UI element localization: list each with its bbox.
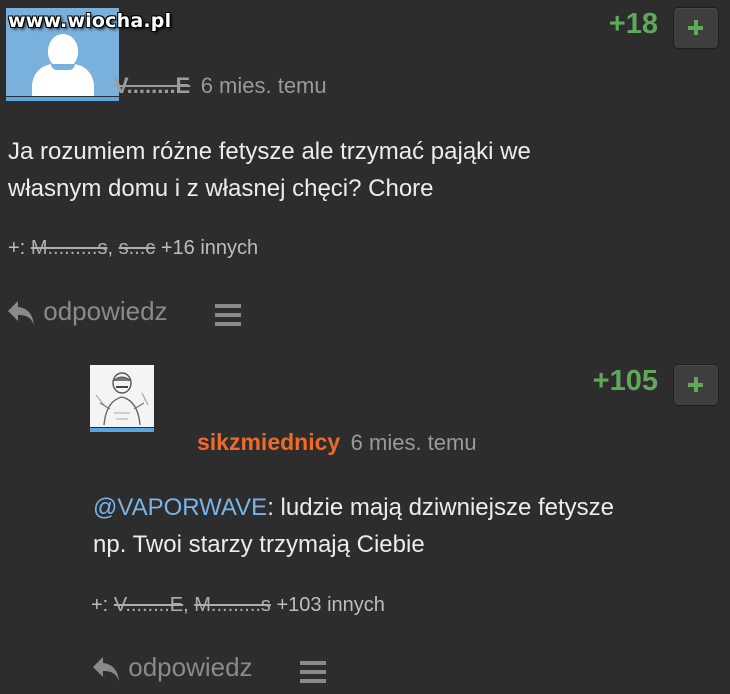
voter-link[interactable]: M.........s: [31, 237, 108, 259]
avatar-underline: [6, 97, 119, 101]
plus-voters: +: M.........s, s...c +16 innych: [8, 237, 259, 259]
site-watermark: www.wiocha.pl: [8, 10, 172, 32]
voter-link[interactable]: V........E: [114, 594, 183, 616]
comment-header: V........E 6 mies. temu: [114, 73, 327, 99]
comment-score: +105: [592, 365, 658, 397]
voter-link[interactable]: M.........s: [194, 594, 271, 616]
reply-label: odpowiedz: [43, 296, 168, 326]
comment-menu-button[interactable]: [215, 304, 241, 326]
comment-text: @VAPORWAVE: ludzie mają dziwniejsze fety…: [93, 494, 615, 558]
avatar-underline: [90, 428, 154, 432]
comment-author[interactable]: V........E: [114, 73, 190, 98]
reply-arrow-icon: [93, 657, 119, 682]
user-mention-link[interactable]: @VAPORWAVE: [93, 494, 267, 521]
reply-arrow-icon: [8, 301, 34, 326]
reply-button[interactable]: odpowiedz: [91, 652, 253, 683]
reply-label: odpowiedz: [128, 652, 253, 682]
comment-score: +18: [608, 8, 658, 40]
comment-timestamp: 6 mies. temu: [200, 73, 327, 98]
comment-header: sikzmiednicy 6 mies. temu: [197, 429, 477, 456]
plus-voters: +: V........E, M.........s +103 innych: [91, 594, 385, 616]
more-voters-link[interactable]: +103 innych: [276, 594, 384, 616]
comment-text: Ja rozumiem różne fetysze ale trzymać pa…: [8, 138, 531, 202]
more-voters-link[interactable]: +16 innych: [161, 237, 258, 259]
voter-link[interactable]: s...c: [119, 237, 156, 259]
sketch-avatar-icon: [90, 365, 154, 427]
comment-timestamp: 6 mies. temu: [350, 430, 477, 455]
upvote-button[interactable]: [673, 7, 719, 49]
upvote-button[interactable]: [673, 364, 719, 406]
user-avatar[interactable]: [90, 365, 154, 427]
reply-button[interactable]: odpowiedz: [6, 296, 168, 327]
comment-menu-button[interactable]: [300, 661, 326, 683]
comment-author[interactable]: sikzmiednicy: [197, 429, 340, 455]
